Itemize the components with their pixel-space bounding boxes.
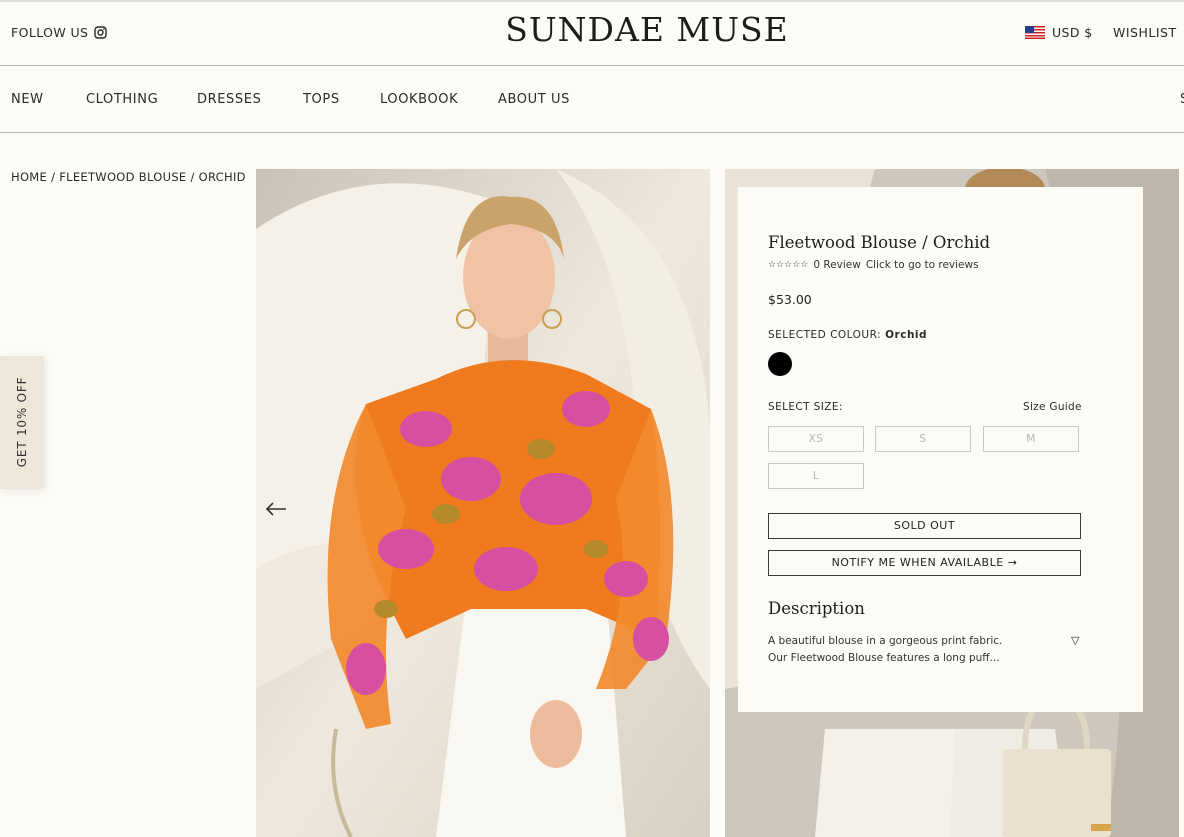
us-flag-icon (1025, 26, 1045, 39)
product-image-main (256, 169, 710, 837)
discount-side-tab[interactable]: GET 10% OFF (0, 356, 44, 489)
nav-item-cut-off[interactable]: S (1180, 92, 1184, 107)
description-line: A beautiful blouse in a gorgeous print f… (768, 635, 1003, 647)
description-heading: Description (768, 599, 865, 618)
breadcrumb-colour: ORCHID (198, 170, 246, 184)
reviews-link[interactable]: Click to go to reviews (866, 259, 979, 271)
description-line: Our Fleetwood Blouse features a long puf… (768, 652, 1000, 664)
nav-item-tops[interactable]: TOPS (303, 92, 340, 107)
breadcrumb-separator: / (51, 170, 60, 184)
selected-colour-label: SELECTED COLOUR: (768, 329, 882, 341)
product-photo-illustration (256, 169, 710, 837)
nav-item-new[interactable]: NEW (11, 92, 44, 107)
size-option-xs[interactable]: XS (768, 426, 864, 452)
breadcrumb-product[interactable]: FLEETWOOD BLOUSE (59, 170, 186, 184)
arrow-right-icon: → (1007, 556, 1018, 569)
arrow-left-icon[interactable] (264, 497, 288, 521)
size-option-m[interactable]: M (983, 426, 1079, 452)
currency-selector[interactable]: USD $ (1025, 25, 1093, 40)
wishlist-link[interactable]: WISHLIST (1113, 25, 1177, 40)
product-title: Fleetwood Blouse / Orchid (768, 233, 991, 252)
chevron-down-icon[interactable]: ▽ (1071, 634, 1079, 647)
nav-item-lookbook[interactable]: LOOKBOOK (380, 92, 458, 107)
size-guide-link[interactable]: Size Guide (1023, 401, 1082, 413)
breadcrumb: HOME / FLEETWOOD BLOUSE / ORCHID (11, 170, 246, 184)
nav-item-clothing[interactable]: CLOTHING (86, 92, 158, 107)
site-header: FOLLOW US SUNDAE MUSE USD $ WISHLIST (0, 2, 1184, 66)
selected-colour: SELECTED COLOUR: Orchid (768, 329, 927, 341)
site-logo[interactable]: SUNDAE MUSE (0, 10, 1184, 49)
sold-out-button[interactable]: SOLD OUT (768, 513, 1081, 539)
nav-item-about-us[interactable]: ABOUT US (498, 92, 570, 107)
notify-me-button[interactable]: NOTIFY ME WHEN AVAILABLE → (768, 550, 1081, 576)
review-count: 0 Review (813, 259, 861, 271)
reviews-row: ☆☆☆☆☆ 0 Review Click to go to reviews (768, 259, 979, 271)
breadcrumb-home[interactable]: HOME (11, 170, 47, 184)
currency-label: USD $ (1052, 25, 1093, 40)
select-size-label: SELECT SIZE: (768, 401, 843, 413)
size-option-s[interactable]: S (875, 426, 971, 452)
notify-me-label: NOTIFY ME WHEN AVAILABLE (831, 556, 1004, 569)
nav-item-dresses[interactable]: DRESSES (197, 92, 261, 107)
product-price: $53.00 (768, 292, 812, 307)
colour-swatch-orchid[interactable] (768, 352, 792, 376)
breadcrumb-separator: / (190, 170, 199, 184)
main-nav: NEW CLOTHING DRESSES TOPS LOOKBOOK ABOUT… (0, 66, 1184, 133)
size-option-l[interactable]: L (768, 463, 864, 489)
product-info-panel: Fleetwood Blouse / Orchid ☆☆☆☆☆ 0 Review… (738, 187, 1143, 712)
selected-colour-value: Orchid (885, 329, 928, 341)
discount-tab-label: GET 10% OFF (15, 376, 29, 468)
description-text: A beautiful blouse in a gorgeous print f… (768, 633, 1028, 667)
star-rating-icon: ☆☆☆☆☆ (768, 260, 809, 270)
